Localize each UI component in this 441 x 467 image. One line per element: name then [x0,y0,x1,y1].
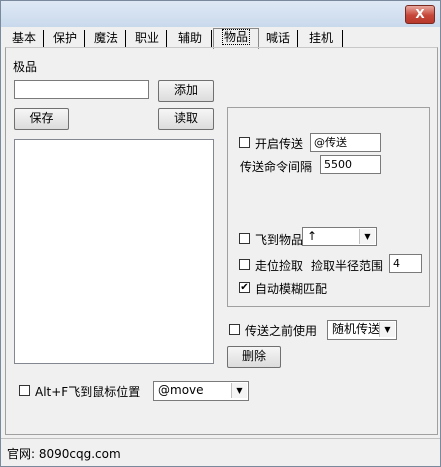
before-teleport-value: 随机传送 [332,322,381,336]
move-command-value: @move [158,383,204,397]
item-name-input[interactable] [14,80,149,99]
fly-to-item-checkbox[interactable] [239,233,250,244]
add-button[interactable]: 添加 [158,80,214,102]
pickup-radius-label: 捡取半径范围 [311,259,384,273]
status-bar: 官网: 8090cqg.com [1,438,440,467]
fly-to-item-select[interactable]: ↑ ▼ [302,227,377,246]
tab-afk[interactable]: 挂机 [300,30,343,47]
save-button[interactable]: 保存 [14,108,69,130]
tab-shout[interactable]: 喊话 [259,30,298,47]
main-window: X 基本 保护 魔法 职业 辅助 物品 喊话 挂机 极品 添加 保存 读取 开启… [0,0,441,467]
fuzzy-match-checkbox[interactable]: ✔ [239,282,250,293]
move-command-select[interactable]: @move ▼ [153,381,249,401]
tab-protect[interactable]: 保护 [46,30,85,47]
close-icon: X [415,7,425,21]
fuzzy-match-label: 自动模糊匹配 [255,282,328,296]
tab-assist[interactable]: 辅助 [169,30,212,47]
interval-label: 传送命令间隔 [240,160,313,174]
read-button[interactable]: 读取 [158,108,214,130]
chevron-down-icon[interactable]: ▼ [231,383,247,398]
before-teleport-label: 传送之前使用 [245,324,318,338]
fly-to-mouse-checkbox[interactable] [19,385,30,396]
fly-to-mouse-label: Alt+F飞到鼠标位置 [35,385,141,399]
chevron-down-icon[interactable]: ▼ [359,229,375,244]
chevron-down-icon[interactable]: ▼ [379,322,395,337]
rare-items-title: 极品 [13,60,38,74]
walk-pickup-label: 走位捡取 [255,259,304,273]
tab-profession[interactable]: 职业 [128,30,167,47]
tab-basic[interactable]: 基本 [5,30,44,47]
website-text: 官网: 8090cqg.com [7,447,121,461]
tab-magic[interactable]: 魔法 [87,30,126,47]
before-teleport-select[interactable]: 随机传送 ▼ [327,320,397,340]
enable-teleport-label: 开启传送 [255,137,304,151]
enable-teleport-checkbox[interactable] [239,137,250,148]
tab-items[interactable]: 物品 [213,28,259,49]
before-teleport-checkbox[interactable] [229,324,240,335]
interval-input[interactable]: 5500 [320,155,381,174]
fly-to-item-label: 飞到物品 [255,233,304,247]
pickup-radius-input[interactable]: 4 [389,254,422,273]
title-bar: X [1,1,440,27]
checkmark-icon: ✔ [240,282,249,293]
teleport-command-input[interactable]: @传送 [310,133,381,152]
walk-pickup-checkbox[interactable] [239,259,250,270]
delete-button[interactable]: 删除 [227,346,281,368]
fly-to-item-value: ↑ [307,229,318,243]
rare-items-list[interactable] [14,139,214,364]
close-button[interactable]: X [405,5,435,24]
